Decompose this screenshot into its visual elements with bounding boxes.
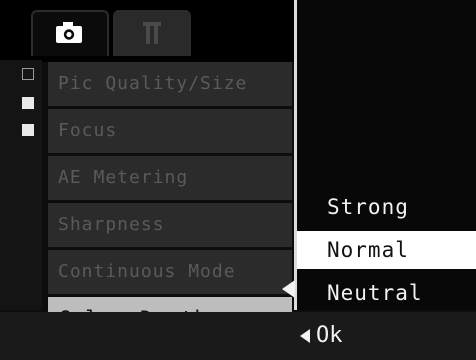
tab-shooting[interactable] [31, 10, 109, 56]
menu-item-sharpness[interactable]: Sharpness [48, 203, 292, 247]
option-neutral[interactable]: Neutral [297, 274, 476, 312]
option-normal[interactable]: Normal [297, 231, 476, 269]
page-indicator-square [22, 68, 34, 80]
settings-menu: Pic Quality/Size Focus AE Metering Sharp… [48, 62, 292, 344]
selection-arrow-icon [282, 280, 295, 298]
camera-icon [56, 22, 82, 43]
page-indicator-square [22, 124, 34, 136]
ok-hint[interactable]: Ok [300, 322, 343, 350]
setup-wrench-icon [143, 22, 161, 44]
camera-menu-screen: Pic Quality/Size Focus AE Metering Sharp… [0, 0, 476, 360]
tab-bar [0, 0, 296, 62]
option-strong[interactable]: Strong [297, 188, 476, 226]
menu-item-focus[interactable]: Focus [48, 109, 292, 153]
menu-item-ae-metering[interactable]: AE Metering [48, 156, 292, 200]
footer-bar: Ok [0, 312, 476, 360]
left-arrow-icon [300, 329, 310, 343]
menu-item-pic-quality[interactable]: Pic Quality/Size [48, 62, 292, 106]
menu-item-continuous-mode[interactable]: Continuous Mode [48, 250, 292, 294]
page-indicator [0, 60, 42, 310]
color-depth-options: Strong Normal Neutral [297, 188, 476, 317]
page-indicator-square-active [22, 97, 34, 109]
tab-setup[interactable] [113, 10, 191, 56]
ok-label: Ok [316, 323, 343, 348]
